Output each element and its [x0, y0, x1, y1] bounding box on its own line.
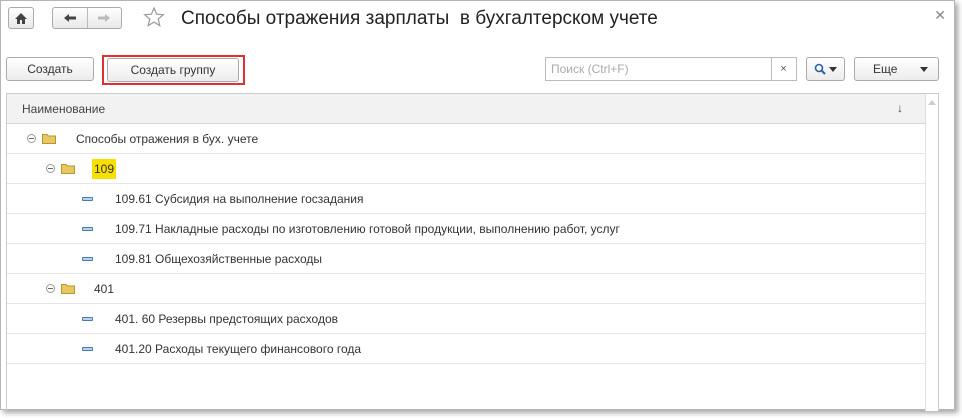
back-button[interactable]	[53, 8, 87, 28]
catalog-item-icon	[82, 257, 93, 261]
table-row[interactable]: 109.61 Субсидия на выполнение госзадания	[7, 184, 925, 214]
table-row[interactable]: 401	[7, 274, 925, 304]
collapse-icon[interactable]	[46, 164, 55, 173]
search-input[interactable]: Поиск (Ctrl+F)	[545, 57, 772, 81]
navigation-buttons	[52, 7, 122, 29]
favorite-star-icon	[143, 6, 165, 27]
column-header-name[interactable]: Наименование	[22, 102, 105, 116]
command-bar: Создать Создать группу Поиск (Ctrl+F) × …	[1, 55, 954, 85]
search-clear-button[interactable]: ×	[771, 57, 797, 81]
catalog-item-icon	[82, 197, 93, 201]
collapse-icon[interactable]	[27, 134, 36, 143]
more-button[interactable]: Еще	[854, 57, 939, 81]
row-label: 109.61 Субсидия на выполнение госзадания	[115, 192, 364, 206]
table-row[interactable]: 401.20 Расходы текущего финансового года	[7, 334, 925, 364]
scroll-up-icon[interactable]	[928, 100, 936, 105]
table-row[interactable]: 401. 60 Резервы предстоящих расходов	[7, 304, 925, 334]
row-label: Способы отражения в бух. учете	[76, 132, 259, 146]
back-arrow-icon	[63, 14, 76, 22]
vertical-scrollbar[interactable]	[925, 94, 938, 411]
table-row[interactable]: 109	[7, 154, 925, 184]
dropdown-icon	[920, 67, 928, 72]
forward-button[interactable]	[86, 8, 122, 28]
table-row[interactable]: 109.81 Общехозяйственные расходы	[7, 244, 925, 274]
favorite-button[interactable]	[143, 6, 165, 31]
folder-icon	[42, 134, 56, 144]
row-label: 109.71 Накладные расходы по изготовлению…	[115, 222, 620, 236]
folder-icon	[61, 164, 75, 174]
dropdown-icon	[829, 66, 837, 72]
row-label: 401.20 Расходы текущего финансового года	[115, 342, 362, 356]
collapse-icon[interactable]	[46, 284, 55, 293]
table-row[interactable]: Способы отражения в бух. учете	[7, 124, 925, 154]
create-button[interactable]: Создать	[6, 57, 94, 81]
catalog-item-icon	[82, 227, 93, 231]
folder-icon	[61, 284, 75, 294]
page-title: Способы отражения зарплаты в бухгалтерск…	[181, 8, 658, 29]
forward-arrow-icon	[98, 14, 111, 22]
create-group-button[interactable]: Создать группу	[107, 58, 239, 82]
row-label: 109.81 Общехозяйственные расходы	[115, 252, 323, 266]
sort-indicator: ↓	[897, 101, 903, 115]
form-window: Способы отражения зарплаты в бухгалтерск…	[0, 0, 955, 411]
create-group-highlight: Создать группу	[102, 55, 245, 85]
home-button[interactable]	[8, 7, 34, 29]
home-icon	[15, 12, 27, 24]
title-bar: Способы отражения зарплаты в бухгалтерск…	[1, 1, 954, 41]
close-icon[interactable]: ✕	[934, 7, 946, 24]
catalog-item-icon	[82, 317, 93, 321]
table-header: Наименование ↓	[7, 94, 938, 124]
row-label: 109	[92, 159, 117, 179]
catalog-list: Наименование ↓ Способы отражения в бух. …	[6, 93, 939, 411]
more-label: Еще	[873, 62, 898, 76]
search-icon	[814, 63, 826, 75]
catalog-item-icon	[82, 347, 93, 351]
search-options-button[interactable]	[806, 57, 845, 81]
row-label: 401. 60 Резервы предстоящих расходов	[115, 312, 339, 326]
table-row[interactable]: 109.71 Накладные расходы по изготовлению…	[7, 214, 925, 244]
row-label: 401	[94, 282, 115, 296]
